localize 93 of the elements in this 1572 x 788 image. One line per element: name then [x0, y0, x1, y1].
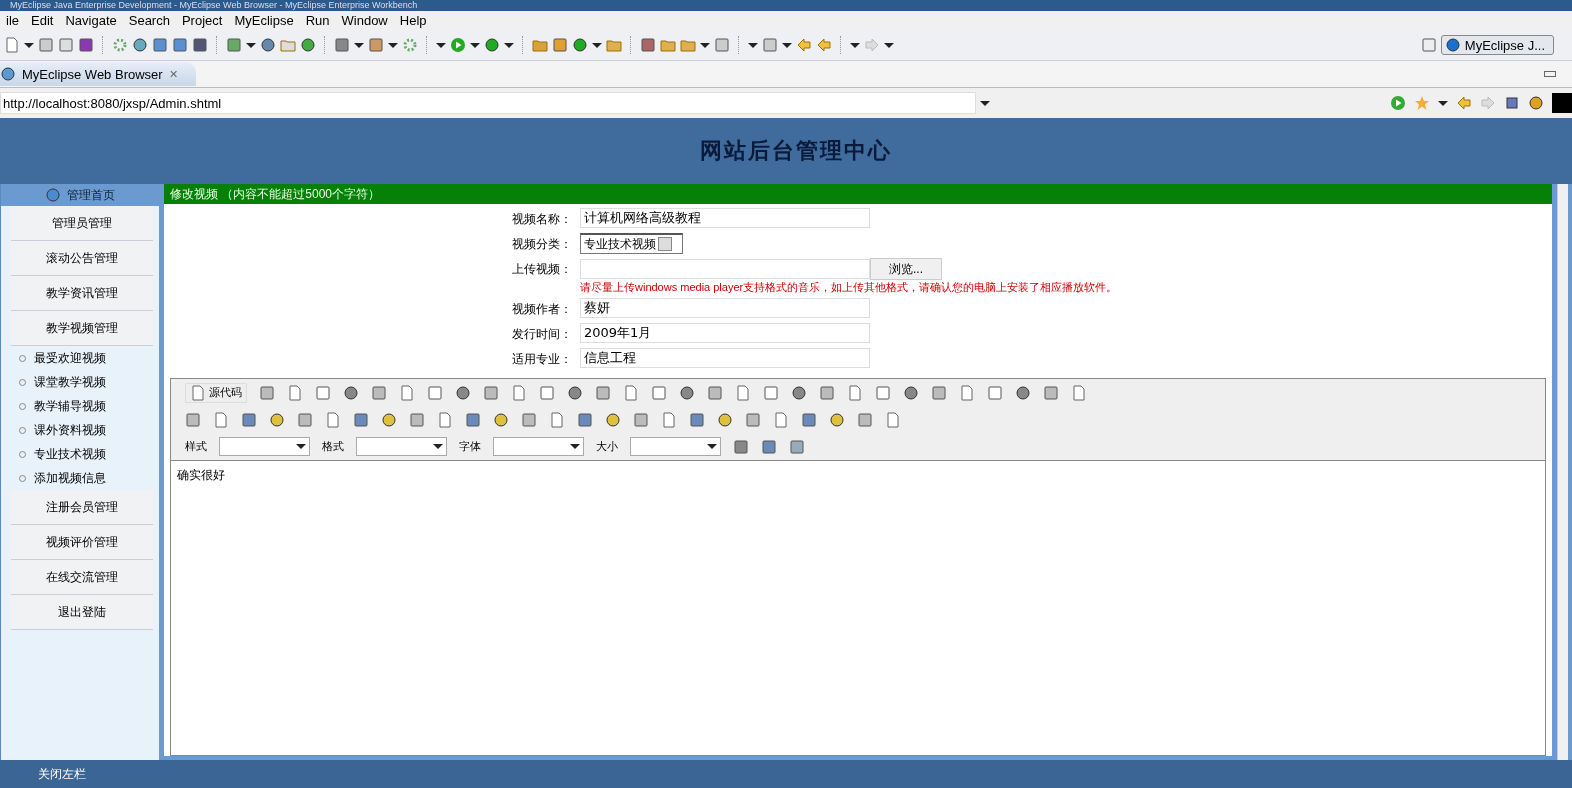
format-icon[interactable] — [297, 411, 313, 428]
format-icon[interactable] — [689, 411, 705, 428]
back-icon[interactable] — [1456, 95, 1472, 111]
style-dropdown[interactable] — [356, 437, 447, 456]
style-dropdown[interactable] — [219, 437, 310, 456]
back-icon[interactable] — [816, 37, 832, 53]
format-icon[interactable] — [241, 411, 257, 428]
site-title: 网站后台管理中心 — [0, 118, 1572, 184]
field-label: 视频分类： — [512, 236, 572, 253]
toolbar-icon[interactable] — [343, 384, 359, 401]
format-icon[interactable] — [745, 411, 761, 428]
format-icon[interactable] — [381, 411, 397, 428]
sidebar-item[interactable]: 教学视频管理 — [11, 311, 153, 346]
format-icon[interactable] — [465, 411, 481, 428]
sidebar-item[interactable]: 管理员管理 — [11, 206, 153, 241]
format-icon[interactable] — [801, 411, 817, 428]
document-icon — [190, 384, 206, 401]
panel-title: 修改视频 （内容不能超过5000个字符） — [164, 184, 1552, 204]
menu-item[interactable]: Search — [122, 13, 176, 28]
format-icon[interactable] — [185, 411, 201, 428]
format-icon[interactable] — [717, 411, 733, 428]
field-label: 适用专业： — [512, 351, 572, 368]
go-icon[interactable] — [1390, 95, 1406, 111]
menu-item[interactable]: Help — [393, 13, 433, 28]
menu-item[interactable]: ile — [0, 13, 25, 28]
format-icon[interactable] — [353, 411, 369, 428]
toolbar-icon[interactable] — [679, 384, 695, 401]
stop-icon[interactable] — [1504, 95, 1520, 111]
editor-tab[interactable]: MyEclipse Web Browser ✕ — [0, 62, 196, 86]
field-label: 发行时间： — [512, 326, 572, 343]
input-field[interactable]: 2009年1月 — [580, 323, 870, 343]
sidebar-item[interactable]: 教学资讯管理 — [11, 276, 153, 311]
field-label: 视频名称： — [512, 211, 572, 228]
format-icon[interactable] — [409, 411, 425, 428]
window-title: MyEclipse Java Enterprise Development - MyEclipse Web Browser - MyEclipse Enterprise Workbench — [0, 0, 1572, 11]
upload-note: 请尽量上传windows media player支持格式的音乐，如上传其他格式，请确认您的电脑上安装了相应播放软件。 — [580, 280, 1118, 295]
input-field[interactable]: 信息工程 — [580, 348, 870, 368]
dropdown-label: 格式 — [322, 439, 344, 454]
color-swatch — [1552, 93, 1572, 113]
category-dropdown[interactable]: 专业技术视频 — [580, 233, 683, 254]
address-field[interactable]: http://localhost:8080/jxsp/Admin.shtml — [0, 92, 976, 114]
format-icon[interactable] — [577, 411, 593, 428]
format-icon[interactable] — [493, 411, 509, 428]
scrollbar[interactable] — [1557, 184, 1568, 760]
menu-item[interactable]: Edit — [25, 13, 60, 28]
sidebar-link[interactable]: 课外资料视频 — [34, 421, 106, 439]
style-dropdown[interactable] — [630, 437, 721, 456]
sidebar-link[interactable]: 最受欢迎视频 — [34, 349, 106, 367]
sidebar-item[interactable]: 滚动公告管理 — [11, 241, 153, 276]
format-icon[interactable] — [857, 411, 873, 428]
menu-item[interactable]: MyEclipse — [228, 13, 300, 28]
dropdown-label: 样式 — [185, 439, 207, 454]
toolbar-icon[interactable] — [1015, 384, 1031, 401]
menu-item[interactable]: Run — [299, 13, 336, 28]
toolbar-icon[interactable] — [567, 384, 583, 401]
forward-icon[interactable] — [1480, 95, 1496, 111]
field-label: 视频作者： — [512, 301, 572, 318]
folder-icon[interactable] — [660, 37, 676, 53]
sidebar-link[interactable]: 教学辅导视频 — [34, 397, 106, 415]
style-dropdown[interactable] — [493, 437, 584, 456]
sidebar-link[interactable]: 添加视频信息 — [34, 469, 106, 487]
format-icon[interactable] — [269, 411, 285, 428]
format-icon[interactable] — [605, 411, 621, 428]
favorite-icon[interactable] — [1414, 95, 1430, 111]
menu-item[interactable]: Window — [335, 13, 394, 28]
field-label: 上传视频： — [512, 261, 572, 278]
back-icon[interactable] — [796, 37, 812, 53]
input-field[interactable]: 计算机网络高级教程 — [580, 208, 870, 228]
editor-text: 确实很好 — [176, 467, 226, 484]
minimize-icon[interactable] — [1544, 71, 1556, 77]
source-button[interactable]: 源代码 — [185, 382, 247, 403]
toolbar-icon[interactable] — [455, 384, 471, 401]
sidebar-item[interactable]: 在线交流管理 — [11, 560, 153, 595]
sidebar-item[interactable]: 退出登陆 — [11, 595, 153, 630]
menu-item[interactable]: Navigate — [59, 13, 123, 28]
menu-item[interactable]: Project — [175, 13, 229, 28]
dropdown-label: 大小 — [596, 439, 618, 454]
toolbar-icon[interactable] — [791, 384, 807, 401]
toolbar-icon[interactable] — [903, 384, 919, 401]
file-path-field[interactable] — [580, 259, 870, 279]
browse-button[interactable]: 浏览... — [870, 258, 942, 280]
close-icon[interactable]: ✕ — [168, 67, 178, 81]
input-field[interactable]: 蔡妍 — [580, 298, 870, 318]
dropdown-label: 字体 — [459, 439, 481, 454]
format-icon[interactable] — [521, 411, 537, 428]
format-icon[interactable] — [829, 411, 845, 428]
format-icon[interactable] — [633, 411, 649, 428]
close-sidebar-link[interactable]: 关闭左栏 — [0, 760, 1572, 788]
sidebar-link[interactable]: 专业技术视频 — [34, 445, 106, 463]
sidebar-item[interactable]: 视频评价管理 — [11, 525, 153, 560]
sidebar-item[interactable]: 注册会员管理 — [11, 490, 153, 525]
sidebar-link[interactable]: 课堂教学视频 — [34, 373, 106, 391]
perspective-button[interactable]: MyEclipse J... — [1440, 35, 1554, 55]
